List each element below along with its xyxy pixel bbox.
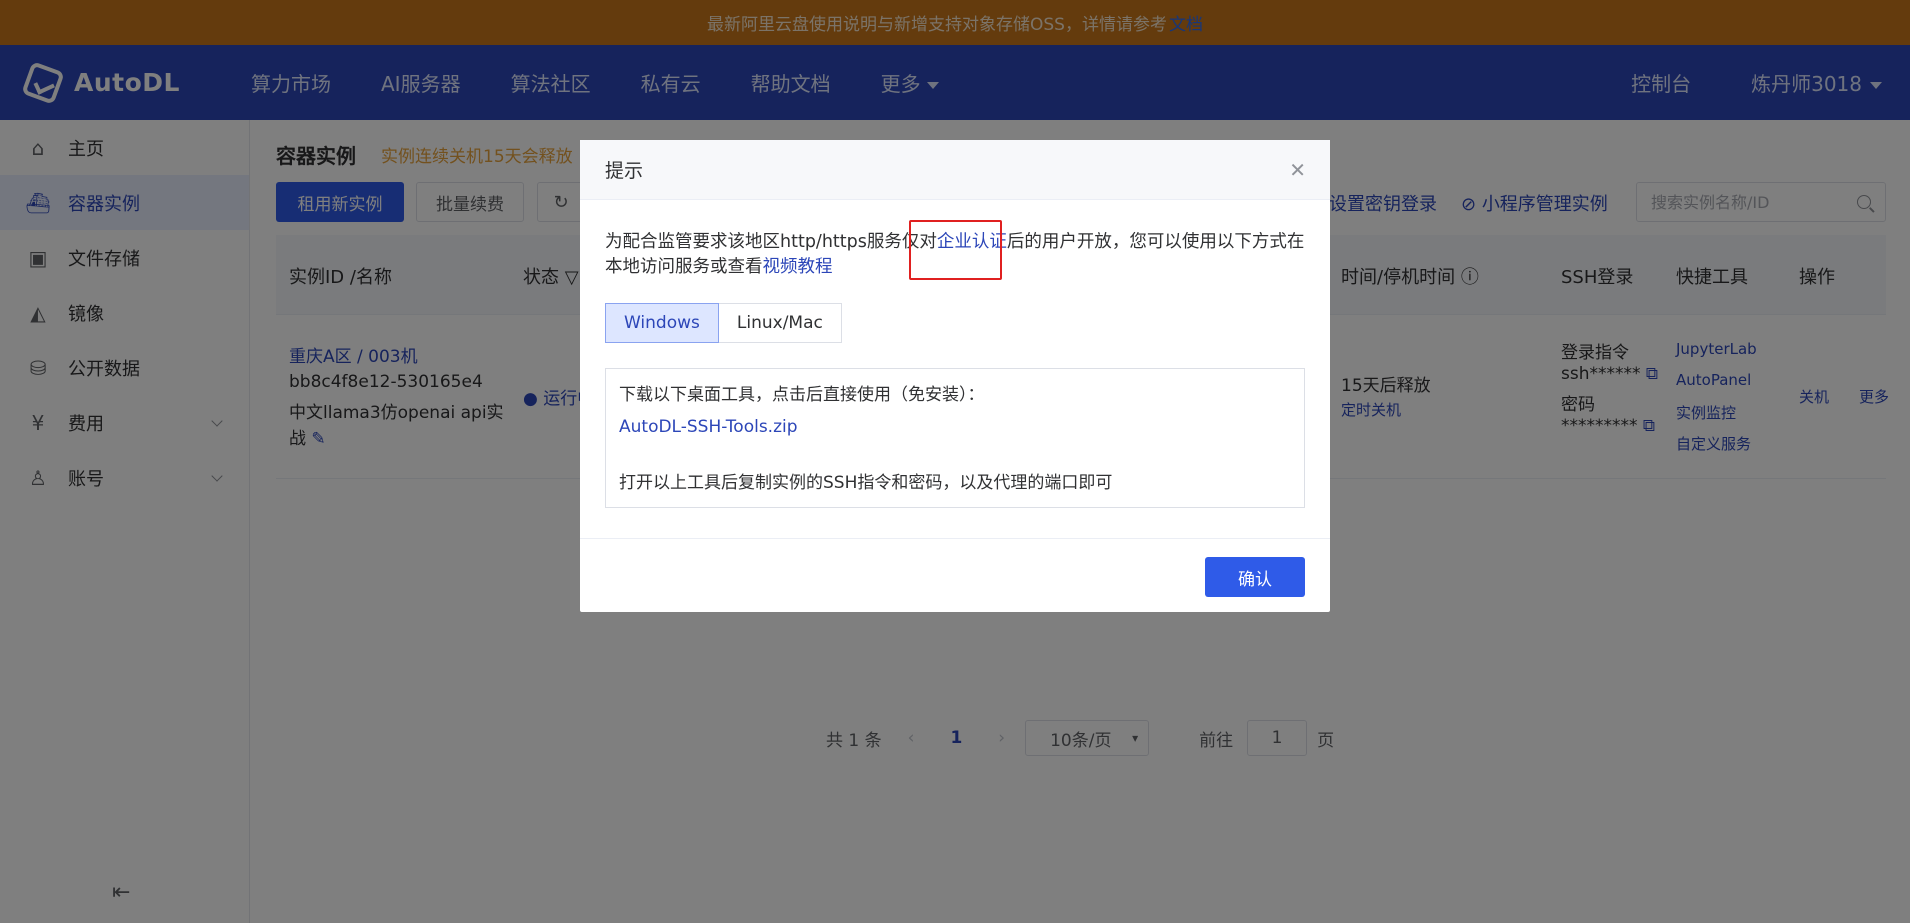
dialog-footer: 确认 [580, 538, 1330, 612]
highlight-annotation-box [909, 220, 1002, 280]
instructions-line3: 打开以上工具后复制实例的SSH指令和密码，以及代理的端口即可 [619, 473, 1113, 493]
tab-windows[interactable]: Windows [605, 303, 719, 343]
dialog-header: 提示 ✕ [580, 140, 1330, 200]
os-tabs: Windows Linux/Mac [605, 303, 842, 343]
instructions-line1: 下载以下桌面工具，点击后直接使用（免安装）： [619, 385, 985, 405]
instructions-box: 下载以下桌面工具，点击后直接使用（免安装）： AutoDL-SSH-Tools.… [605, 368, 1305, 508]
confirm-button[interactable]: 确认 [1205, 557, 1305, 597]
video-tutorial-link[interactable]: 视频教程 [763, 257, 833, 277]
ssh-tools-download-link[interactable]: AutoDL-SSH-Tools.zip [619, 415, 1291, 439]
notice-dialog: 提示 ✕ 为配合监管要求该地区http/https服务仅对企业认证后的用户开放，… [580, 140, 1330, 612]
close-icon[interactable]: ✕ [1289, 158, 1306, 182]
tab-linux-mac[interactable]: Linux/Mac [718, 303, 842, 343]
dialog-message-part1: 为配合监管要求该地区http/https服务仅对 [605, 232, 937, 252]
dialog-title: 提示 [605, 160, 644, 182]
